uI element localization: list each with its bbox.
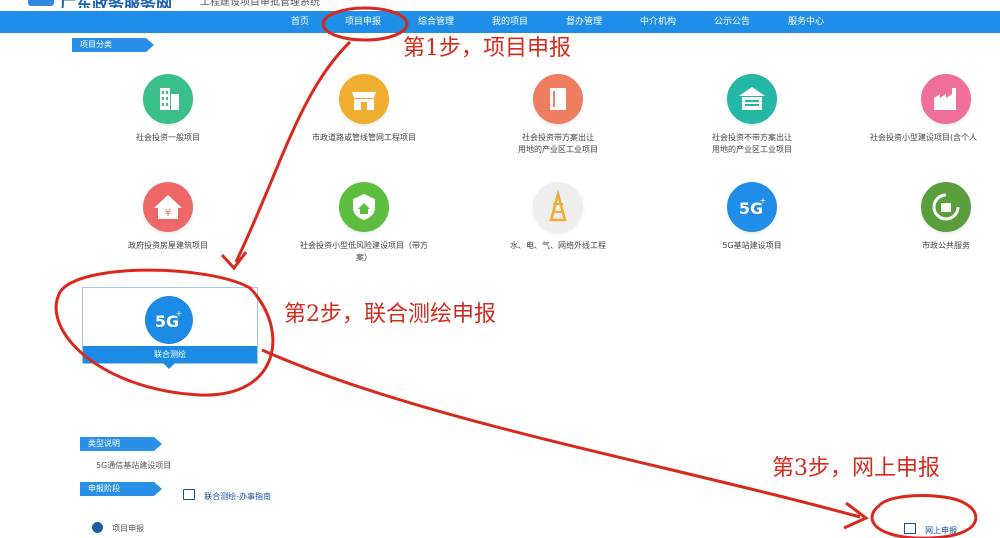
step2-arrowhead	[843, 501, 869, 530]
nav-project-apply[interactable]: 项目申报	[336, 14, 390, 30]
svg-text:¥: ¥	[165, 208, 171, 219]
online-apply-link[interactable]: 网上申报	[904, 518, 957, 537]
5g-icon: 5G +	[727, 182, 777, 232]
guide-link-label: 联合测绘-办事指南	[204, 492, 271, 501]
tower-icon	[533, 182, 583, 232]
step1-arrowhead	[220, 251, 248, 271]
book-icon	[533, 74, 583, 124]
category-tile-small-construction[interactable]: 社会投资小型建设项目(含个人	[866, 74, 1000, 144]
factory-icon	[921, 74, 971, 124]
site-name: 广东政务服务网	[60, 0, 172, 8]
nav-supervise[interactable]: 督办管理	[560, 14, 608, 30]
stage-ribbon: 申报阶段	[80, 482, 162, 496]
book-icon	[904, 523, 916, 534]
guide-link[interactable]: 联合测绘-办事指南	[183, 484, 271, 503]
category-tile-gov-building[interactable]: ¥ 政府投资房屋建筑项目	[88, 182, 248, 252]
category-tile-with-plan[interactable]: 社会投资带方案出让 用地的产业区工业项目	[478, 74, 638, 156]
category-label: 市政公共服务	[922, 241, 970, 250]
caret-down-icon	[163, 363, 175, 369]
nav-general-manage[interactable]: 综合管理	[412, 14, 460, 30]
category-ribbon: 项目分类	[72, 38, 154, 52]
book-icon	[183, 489, 195, 500]
warehouse-icon	[727, 74, 777, 124]
category-label: 社会投资带方案出让 用地的产业区工业项目	[518, 133, 598, 154]
svg-text:+: +	[760, 196, 767, 205]
type-note: 5G通信基站建设项目	[96, 461, 172, 470]
apply-icon	[92, 522, 103, 533]
building-icon	[143, 74, 193, 124]
site-header: 广东政务服务网 工程建设项目审批管理系统	[0, 0, 1000, 8]
nav-announcements[interactable]: 公示公告	[708, 14, 756, 30]
category-label: 社会投资小型低风险建设项目（带方 案）	[300, 241, 428, 262]
nav-home[interactable]: 首页	[280, 14, 320, 30]
project-apply-label: 项目申报	[112, 524, 145, 533]
recycle-icon	[921, 182, 971, 232]
category-label: 社会投资不带方案出让 用地的产业区工业项目	[712, 133, 792, 154]
svg-text:+: +	[176, 309, 183, 318]
category-ribbon-label: 项目分类	[80, 40, 112, 49]
step2-arrow	[261, 348, 861, 519]
online-apply-label: 网上申报	[925, 526, 958, 535]
category-tile-municipal-road[interactable]: 市政道路或管线管网工程项目	[284, 74, 444, 144]
category-tile-utilities[interactable]: 水、电、气、网络外线工程	[478, 182, 638, 252]
category-label: 市政道路或管线管网工程项目	[312, 133, 416, 142]
project-apply-item[interactable]: 项目申报	[92, 517, 144, 536]
site-subtitle: 工程建设项目审批管理系统	[200, 0, 320, 8]
nav-agencies[interactable]: 中介机构	[634, 14, 682, 30]
step3-annotation: 第3步，网上申报	[772, 456, 940, 481]
step2-annotation: 第2步，联合测绘申报	[284, 302, 496, 327]
site-logo[interactable]	[28, 0, 54, 6]
shield-house-icon	[339, 182, 389, 232]
nav-service-center[interactable]: 服务中心	[782, 14, 830, 30]
category-tile-5g[interactable]: 5G + 5G基站建设项目	[672, 182, 832, 252]
category-tile-low-risk[interactable]: 社会投资小型低风险建设项目（带方 案）	[284, 182, 444, 264]
category-tile-public-service[interactable]: 市政公共服务	[866, 182, 1000, 252]
type-ribbon: 类型说明	[80, 437, 162, 451]
category-label: 水、电、气、网络外线工程	[510, 241, 606, 250]
joint-survey-label: 联合测绘	[83, 346, 257, 363]
type-ribbon-label: 类型说明	[88, 439, 120, 448]
nav-my-projects[interactable]: 我的项目	[486, 14, 534, 30]
house-yuan-icon: ¥	[143, 182, 193, 232]
category-label: 5G基站建设项目	[722, 241, 782, 250]
step1-annotation: 第1步，项目申报	[403, 36, 571, 61]
category-label: 社会投资一般项目	[136, 133, 200, 142]
stage-ribbon-label: 申报阶段	[88, 484, 120, 493]
category-label: 政府投资房屋建筑项目	[128, 241, 208, 250]
category-tile-without-plan[interactable]: 社会投资不带方案出让 用地的产业区工业项目	[672, 74, 832, 156]
joint-survey-card[interactable]: 5G + 联合测绘	[82, 287, 258, 369]
category-tile-general[interactable]: 社会投资一般项目	[88, 74, 248, 144]
5g-icon: 5G +	[145, 296, 193, 344]
shop-icon	[339, 74, 389, 124]
category-label: 社会投资小型建设项目(含个人	[870, 133, 978, 142]
